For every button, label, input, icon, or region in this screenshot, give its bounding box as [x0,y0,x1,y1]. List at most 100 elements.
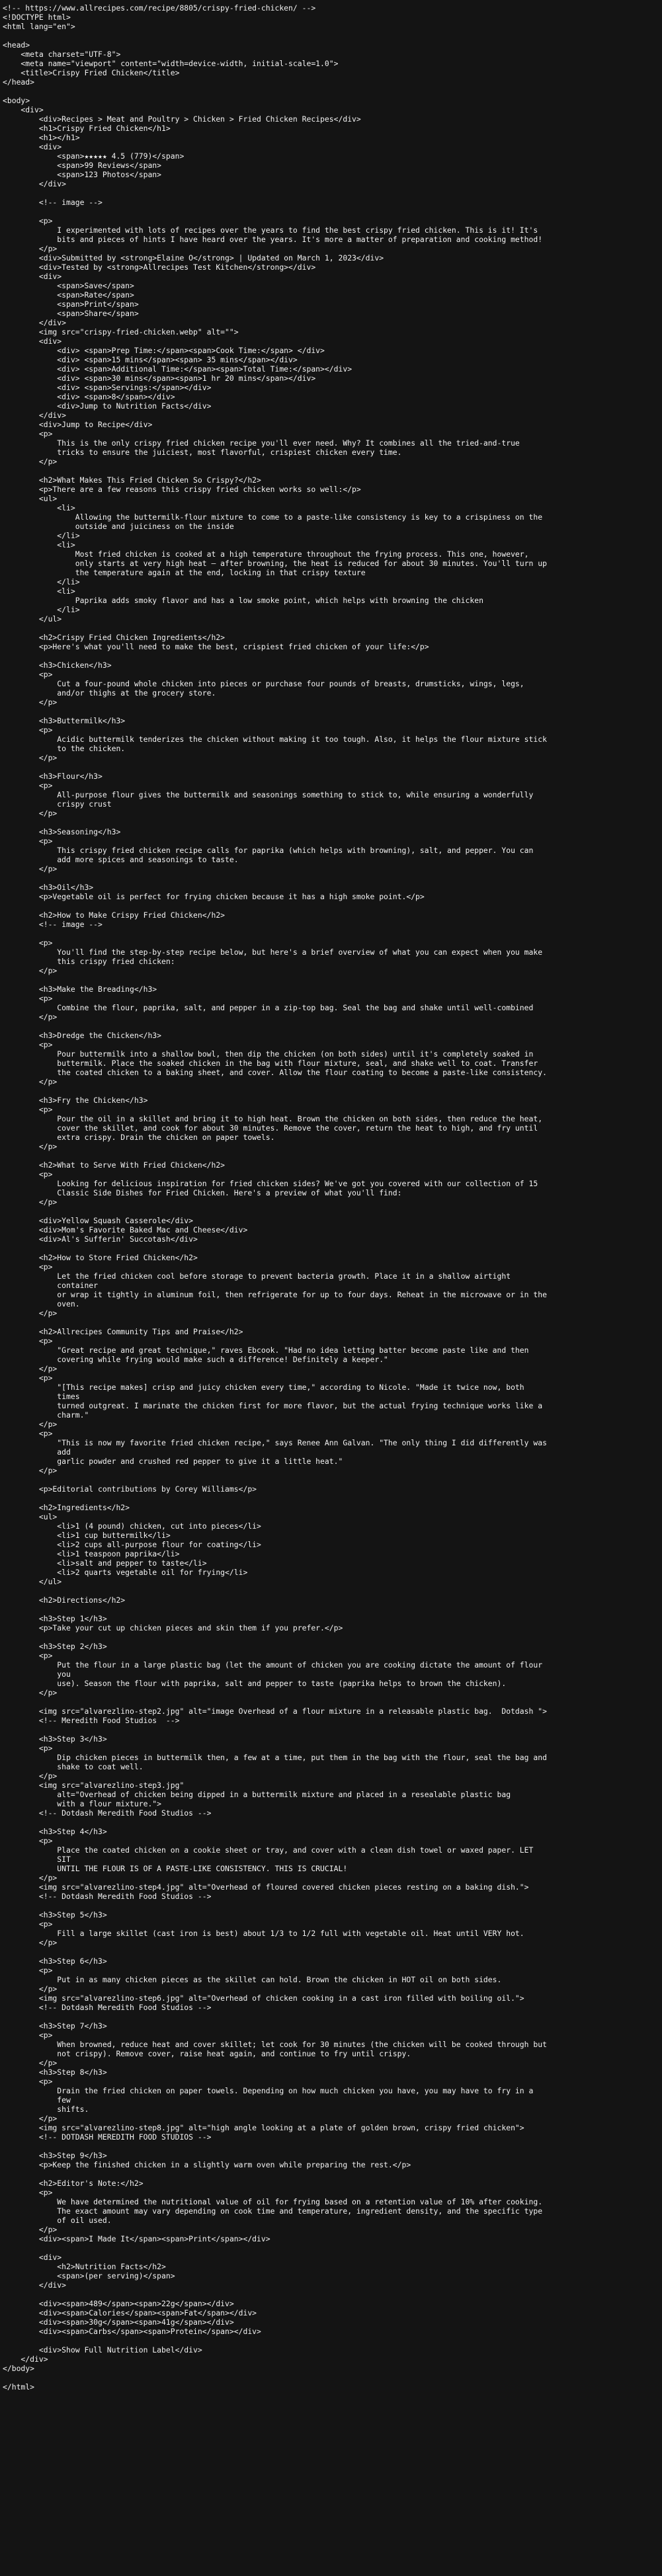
source-line: <!-- Dotdash Meredith Food Studios --> [3,1892,212,1901]
source-line: <h1></h1> [3,133,80,142]
source-line: buttermilk. Place the soaked chicken in … [3,1059,538,1068]
source-line: </p> [3,2225,58,2234]
source-line [0,2290,662,2299]
source-line: <li> [3,503,75,512]
source-line: <div>Yellow Squash Casserole</div> [3,1216,194,1225]
source-line: to the chicken. [3,744,126,753]
source-line: <p>Here's what you'll need to make the b… [3,642,429,651]
source-line: </p> [3,1873,58,1882]
source-line: <img src="alvarezlino-step6.jpg" alt="Ov… [3,1993,524,2003]
source-line: <div>Show Full Nutrition Label</div> [3,2345,202,2355]
source-line: the temperature again at the end, lockin… [3,568,366,577]
source-line: </p> [3,1012,58,1022]
source-line: <h3>Step 2</h3> [3,1642,107,1651]
source-line: Let the fried chicken cool before storag… [3,1271,511,1281]
source-line: <p> [3,836,53,846]
source-line [0,1086,662,1096]
source-line: <p>Editorial contributions by Corey Will… [3,1484,257,1494]
source-line: <h2>Ingredients</h2> [3,1503,130,1512]
source-line: <p>There are a few reasons this crispy f… [3,485,361,494]
source-line: times [3,1392,80,1401]
source-line: outside and juiciness on the inside [3,522,234,531]
source-line: This is the only crispy fried chicken re… [3,438,520,448]
source-line: <div><span>30g</span><span>41g</span></d… [3,2317,234,2327]
source-line: <li> [3,540,75,549]
source-line: All-purpose flour gives the buttermilk a… [3,790,534,799]
source-line: of oil used. [3,2216,112,2225]
source-line: <h3>Buttermilk</h3> [3,716,126,725]
source-line: <li>1 cup buttermilk</li> [3,1531,171,1540]
source-line: <p>Vegetable oil is perfect for frying c… [3,892,425,901]
source-line: <p> [3,994,53,1003]
source-line: <p> [3,1262,53,1271]
source-line: <div>Jump to Nutrition Facts</div> [3,401,212,411]
source-line: </p> [3,1197,58,1207]
source-line [0,31,662,40]
source-line: <!-- image --> [3,920,103,929]
source-line: and/or thighs at the grocery store. [3,688,216,698]
html-source-view: <!-- https://www.allrecipes.com/recipe/8… [0,0,662,2576]
source-line: Cut a four-pound whole chicken into piec… [3,679,524,688]
source-line: </p> [3,457,58,466]
source-line: "Great recipe and great technique," rave… [3,1346,529,1355]
source-line: <ul> [3,494,58,503]
source-line: <span>Share</span> [3,309,139,318]
source-line: covering while frying would make such a … [3,1355,388,1364]
source-line: <p> [3,429,53,438]
source-line: Classic Side Dishes for Fried Chicken. H… [3,1188,402,1197]
source-line: shake to coat well. [3,1762,144,1771]
source-line: container [3,1281,99,1290]
source-line: </p> [3,2058,58,2068]
source-line: <p> [3,216,53,225]
source-line: <p>Keep the finished chicken in a slight… [3,2160,411,2169]
source-line [0,1475,662,1484]
source-line: Allowing the buttermilk-flour mixture to… [3,512,543,522]
source-line: </p> [3,864,58,873]
source-line: <li>1 (4 pound) chicken, cut into pieces… [3,1521,261,1531]
source-line: </p> [3,1420,58,1429]
source-line: <p> [3,1651,53,1660]
source-line: <p> [3,670,53,679]
source-line [0,2373,662,2382]
source-line: <span>Print</span> [3,300,139,309]
source-line: <h3>Make the Breading</h3> [3,985,157,994]
source-line: <div> [3,142,62,151]
source-line: <p> [3,1040,53,1049]
source-line: <div> <span>30 mins</span><span>1 hr 20 … [3,374,316,383]
source-line [0,901,662,910]
source-line: <li>salt and pepper to taste</li> [3,1558,207,1568]
source-line [0,818,662,827]
source-line: shifts. [3,2105,89,2114]
source-line: Most fried chicken is cooked at a high t… [3,549,529,559]
source-line: charm." [3,1410,89,1420]
source-line: <!-- Meredith Food Studios --> [3,1716,180,1725]
source-line: </p> [3,244,58,253]
source-line: <p> [3,1919,53,1929]
source-line [0,466,662,475]
source-line: <h3>Step 8</h3> [3,2068,107,2077]
source-line: <span>(per serving)</span> [3,2271,175,2280]
source-line [0,1697,662,1707]
source-line: <li>2 cups all-purpose flour for coating… [3,1540,261,1549]
source-line [0,87,662,96]
source-line: <p> [3,1429,53,1438]
source-line [0,762,662,772]
source-line [0,2336,662,2345]
source-line: with a flour mixture."> [3,1799,162,1808]
source-line: you [3,1670,71,1679]
source-line: <h2>Directions</h2> [3,1595,126,1605]
source-line: <img src="alvarezlino-step8.jpg" alt="hi… [3,2123,524,2132]
source-line: add [3,1447,71,1457]
source-line: <p> [3,2031,53,2040]
source-line: Pour buttermilk into a shallow bowl, the… [3,1049,534,1059]
source-line: <h2>What Makes This Fried Chicken So Cri… [3,475,261,485]
source-line [0,2169,662,2179]
source-line: Put the flour in a large plastic bag (le… [3,1660,543,1670]
source-line: "This is now my favorite fried chicken r… [3,1438,547,1447]
source-line: Drain the fried chicken on paper towels.… [3,2086,534,2095]
source-line: Paprika adds smoky flavor and has a low … [3,596,483,605]
source-line: We have determined the nutritional value… [3,2197,543,2206]
source-line: </p> [3,1364,58,1373]
source-line: <!-- image --> [3,198,103,207]
source-line: <img src="alvarezlino-step4.jpg" alt="Ov… [3,1882,529,1892]
